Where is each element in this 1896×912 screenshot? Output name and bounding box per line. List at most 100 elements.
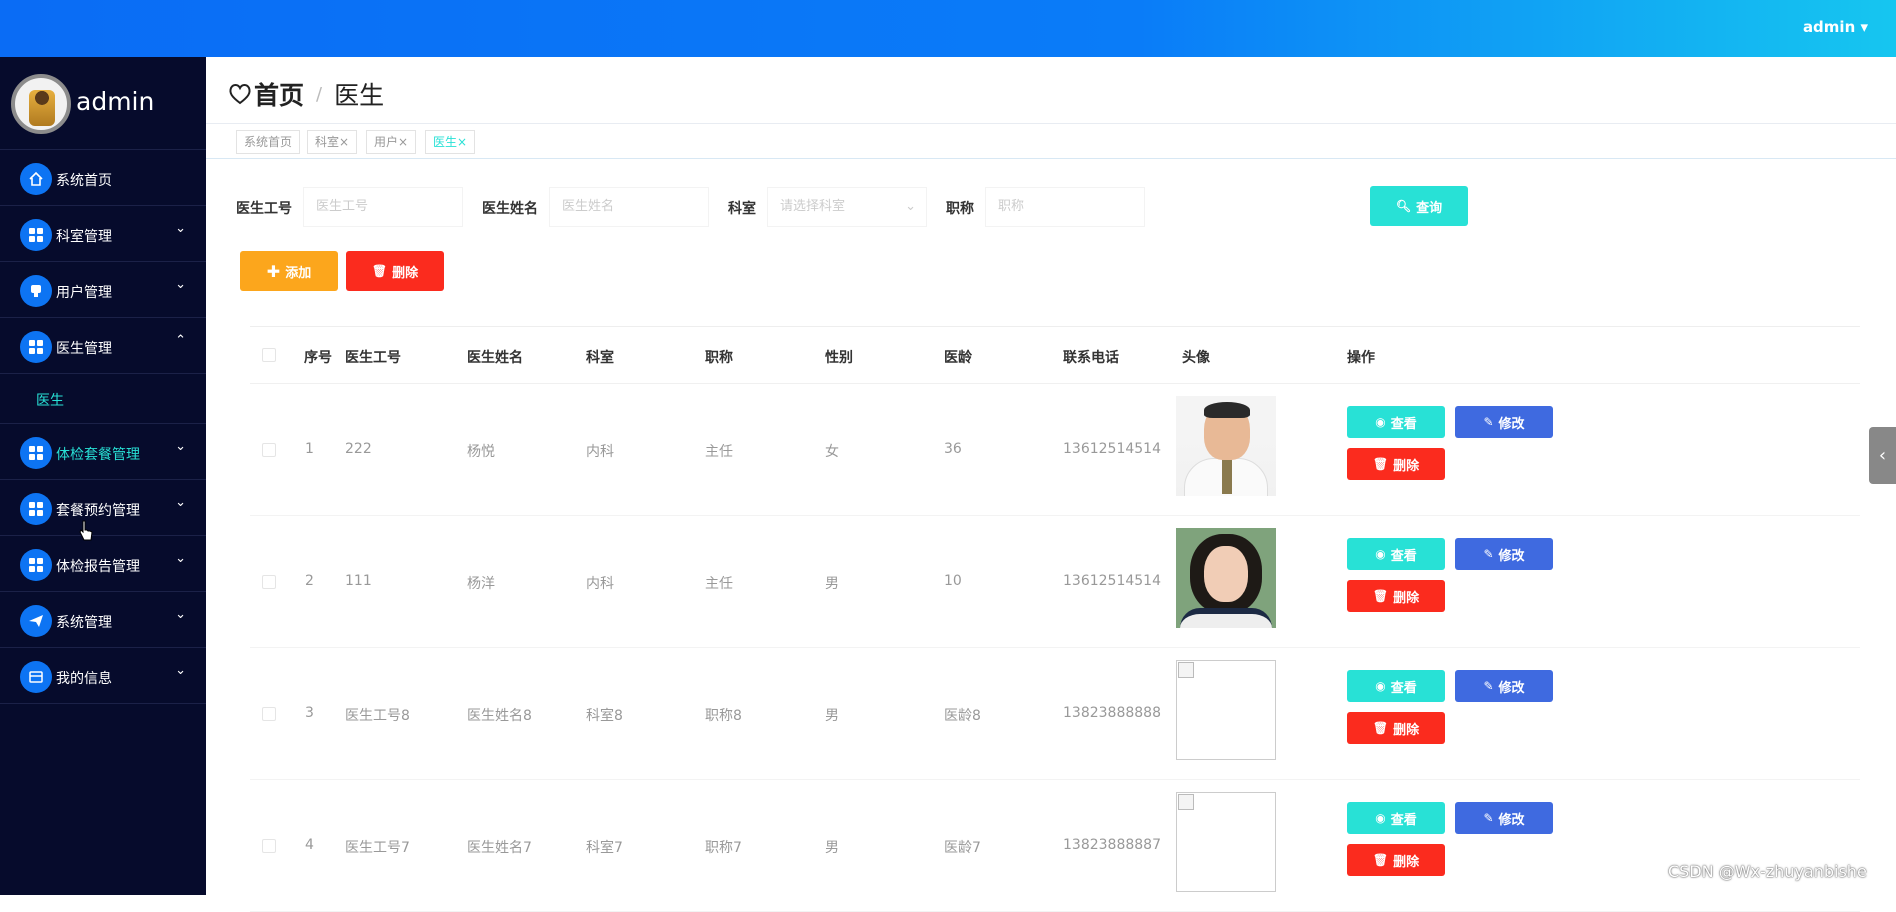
query-button[interactable]: 🔍︎ 查询 (1370, 186, 1468, 226)
chevron-down-icon: ⌄ (175, 607, 186, 622)
edit-icon: ✎ (1483, 415, 1494, 429)
view-button-label: 查看 (1390, 416, 1417, 432)
grid-icon (20, 549, 52, 581)
chevron-down-icon: ⌄ (175, 663, 186, 678)
eye-icon: ◉ (1375, 679, 1386, 693)
sidebar-item-bookings[interactable]: 套餐预约管理 ⌄ (0, 480, 206, 536)
sidebar-item-label: 医生管理 (56, 341, 112, 357)
row-checkbox[interactable] (262, 443, 276, 457)
grid-icon (20, 219, 52, 251)
top-bar: admin ▾ (0, 0, 1896, 57)
edit-icon: ✎ (1483, 811, 1494, 825)
cell-phone: 13612514514 (1063, 441, 1161, 457)
row-checkbox[interactable] (262, 839, 276, 853)
chevron-down-icon: ⌄ (175, 277, 186, 292)
broken-image-icon (1178, 662, 1194, 678)
user-menu[interactable]: admin ▾ (1803, 18, 1868, 36)
row-delete-button[interactable]: 🗑︎ 删除 (1347, 712, 1445, 744)
view-button[interactable]: ◉ 查看 (1347, 802, 1445, 834)
cell-seniority: 10 (944, 573, 962, 589)
cell-gender: 女 (825, 444, 839, 460)
sidebar-item-my-info[interactable]: 我的信息 ⌄ (0, 648, 206, 704)
grid-icon (20, 331, 52, 363)
sidebar-item-users[interactable]: 用户管理 ⌄ (0, 262, 206, 318)
department-select[interactable]: 请选择科室 ⌄ (767, 187, 927, 227)
search-form: 医生工号 医生工号 医生姓名 医生姓名 科室 请选择科室 ⌄ 职称 职称 (236, 187, 1276, 227)
edit-button[interactable]: ✎ 修改 (1455, 406, 1553, 438)
cell-department: 科室8 (586, 708, 623, 724)
cell-seniority: 医龄7 (944, 840, 981, 856)
tag-users[interactable]: 用户× (366, 130, 417, 154)
doctor-name-input[interactable]: 医生姓名 (549, 187, 709, 227)
row-delete-button[interactable]: 🗑︎ 删除 (1347, 844, 1445, 876)
sidebar-subitem-doctor[interactable]: 医生 (0, 374, 206, 424)
breadcrumb-separator: / (316, 83, 323, 105)
sidebar-item-label: 系统首页 (56, 173, 112, 189)
table-row: 4 医生工号7 医生姓名7 科室7 职称7 男 医龄7 13823888887 … (250, 780, 1860, 912)
cell-gender: 男 (825, 576, 839, 592)
header-index: 序号 (304, 350, 332, 366)
user-icon (20, 275, 52, 307)
cell-doctor-name: 医生姓名8 (467, 708, 532, 724)
eye-icon: ◉ (1375, 547, 1386, 561)
edit-button[interactable]: ✎ 修改 (1455, 802, 1553, 834)
sidebar-item-doctors[interactable]: 医生管理 ⌃ (0, 318, 206, 374)
cell-index: 1 (305, 441, 314, 457)
sidebar-item-packages[interactable]: 体检套餐管理 ⌄ (0, 424, 206, 480)
edit-button[interactable]: ✎ 修改 (1455, 670, 1553, 702)
header-seniority: 医龄 (944, 350, 972, 366)
tag-doctors[interactable]: 医生× (425, 130, 476, 154)
sidebar-item-system[interactable]: 系统管理 ⌄ (0, 592, 206, 648)
header-title: 职称 (705, 350, 733, 366)
department-select-placeholder: 请选择科室 (780, 199, 846, 214)
row-checkbox[interactable] (262, 575, 276, 589)
edit-button-label: 修改 (1498, 548, 1525, 564)
sidebar-item-label: 套餐预约管理 (56, 503, 140, 519)
row-delete-button[interactable]: 🗑︎ 删除 (1347, 448, 1445, 480)
row-delete-button-label: 删除 (1393, 854, 1420, 870)
delete-button[interactable]: 🗑︎ 删除 (346, 251, 444, 291)
row-checkbox[interactable] (262, 707, 276, 721)
eye-icon: ◉ (1375, 811, 1386, 825)
view-button[interactable]: ◉ 查看 (1347, 406, 1445, 438)
sidebar-item-home[interactable]: 系统首页 (0, 150, 206, 206)
side-panel-toggle[interactable]: ‹ (1869, 427, 1896, 484)
add-button[interactable]: ✚ 添加 (240, 251, 338, 291)
header-actions: 操作 (1347, 350, 1375, 366)
grid-icon (20, 437, 52, 469)
cell-department: 内科 (586, 444, 614, 460)
cell-gender: 男 (825, 840, 839, 856)
cell-phone: 13823888888 (1063, 705, 1161, 721)
cell-doctor-name: 杨悦 (467, 444, 495, 460)
cell-doctor-name: 医生姓名7 (467, 840, 532, 856)
view-button[interactable]: ◉ 查看 (1347, 538, 1445, 570)
tag-departments[interactable]: 科室× (307, 130, 358, 154)
cell-doctor-no: 222 (345, 441, 372, 457)
edit-icon: ✎ (1483, 679, 1494, 693)
sidebar-item-reports[interactable]: 体检报告管理 ⌄ (0, 536, 206, 592)
broken-image-icon (1178, 794, 1194, 810)
row-delete-button-label: 删除 (1393, 722, 1420, 738)
doctor-photo (1176, 396, 1276, 496)
breadcrumb-current: 医生 (334, 81, 385, 110)
title-input[interactable]: 职称 (985, 187, 1145, 227)
doctor-name-label: 医生姓名 (482, 201, 538, 217)
breadcrumb-home[interactable]: 首页 (254, 76, 304, 112)
grid-icon (20, 493, 52, 525)
edit-button[interactable]: ✎ 修改 (1455, 538, 1553, 570)
eye-icon: ◉ (1375, 415, 1386, 429)
cell-index: 2 (305, 573, 314, 589)
trash-icon: 🗑︎ (1372, 853, 1389, 867)
view-button-label: 查看 (1390, 680, 1417, 696)
doctor-no-input[interactable]: 医生工号 (303, 187, 463, 227)
chevron-down-icon: ⌄ (905, 199, 916, 214)
row-delete-button[interactable]: 🗑︎ 删除 (1347, 580, 1445, 612)
cell-gender: 男 (825, 708, 839, 724)
sidebar-profile: admin (0, 57, 206, 150)
header-department: 科室 (586, 350, 614, 366)
select-all-checkbox[interactable] (262, 348, 276, 362)
tag-home[interactable]: 系统首页 (236, 130, 301, 154)
cell-doctor-no: 111 (345, 573, 372, 589)
view-button[interactable]: ◉ 查看 (1347, 670, 1445, 702)
sidebar-item-departments[interactable]: 科室管理 ⌄ (0, 206, 206, 262)
